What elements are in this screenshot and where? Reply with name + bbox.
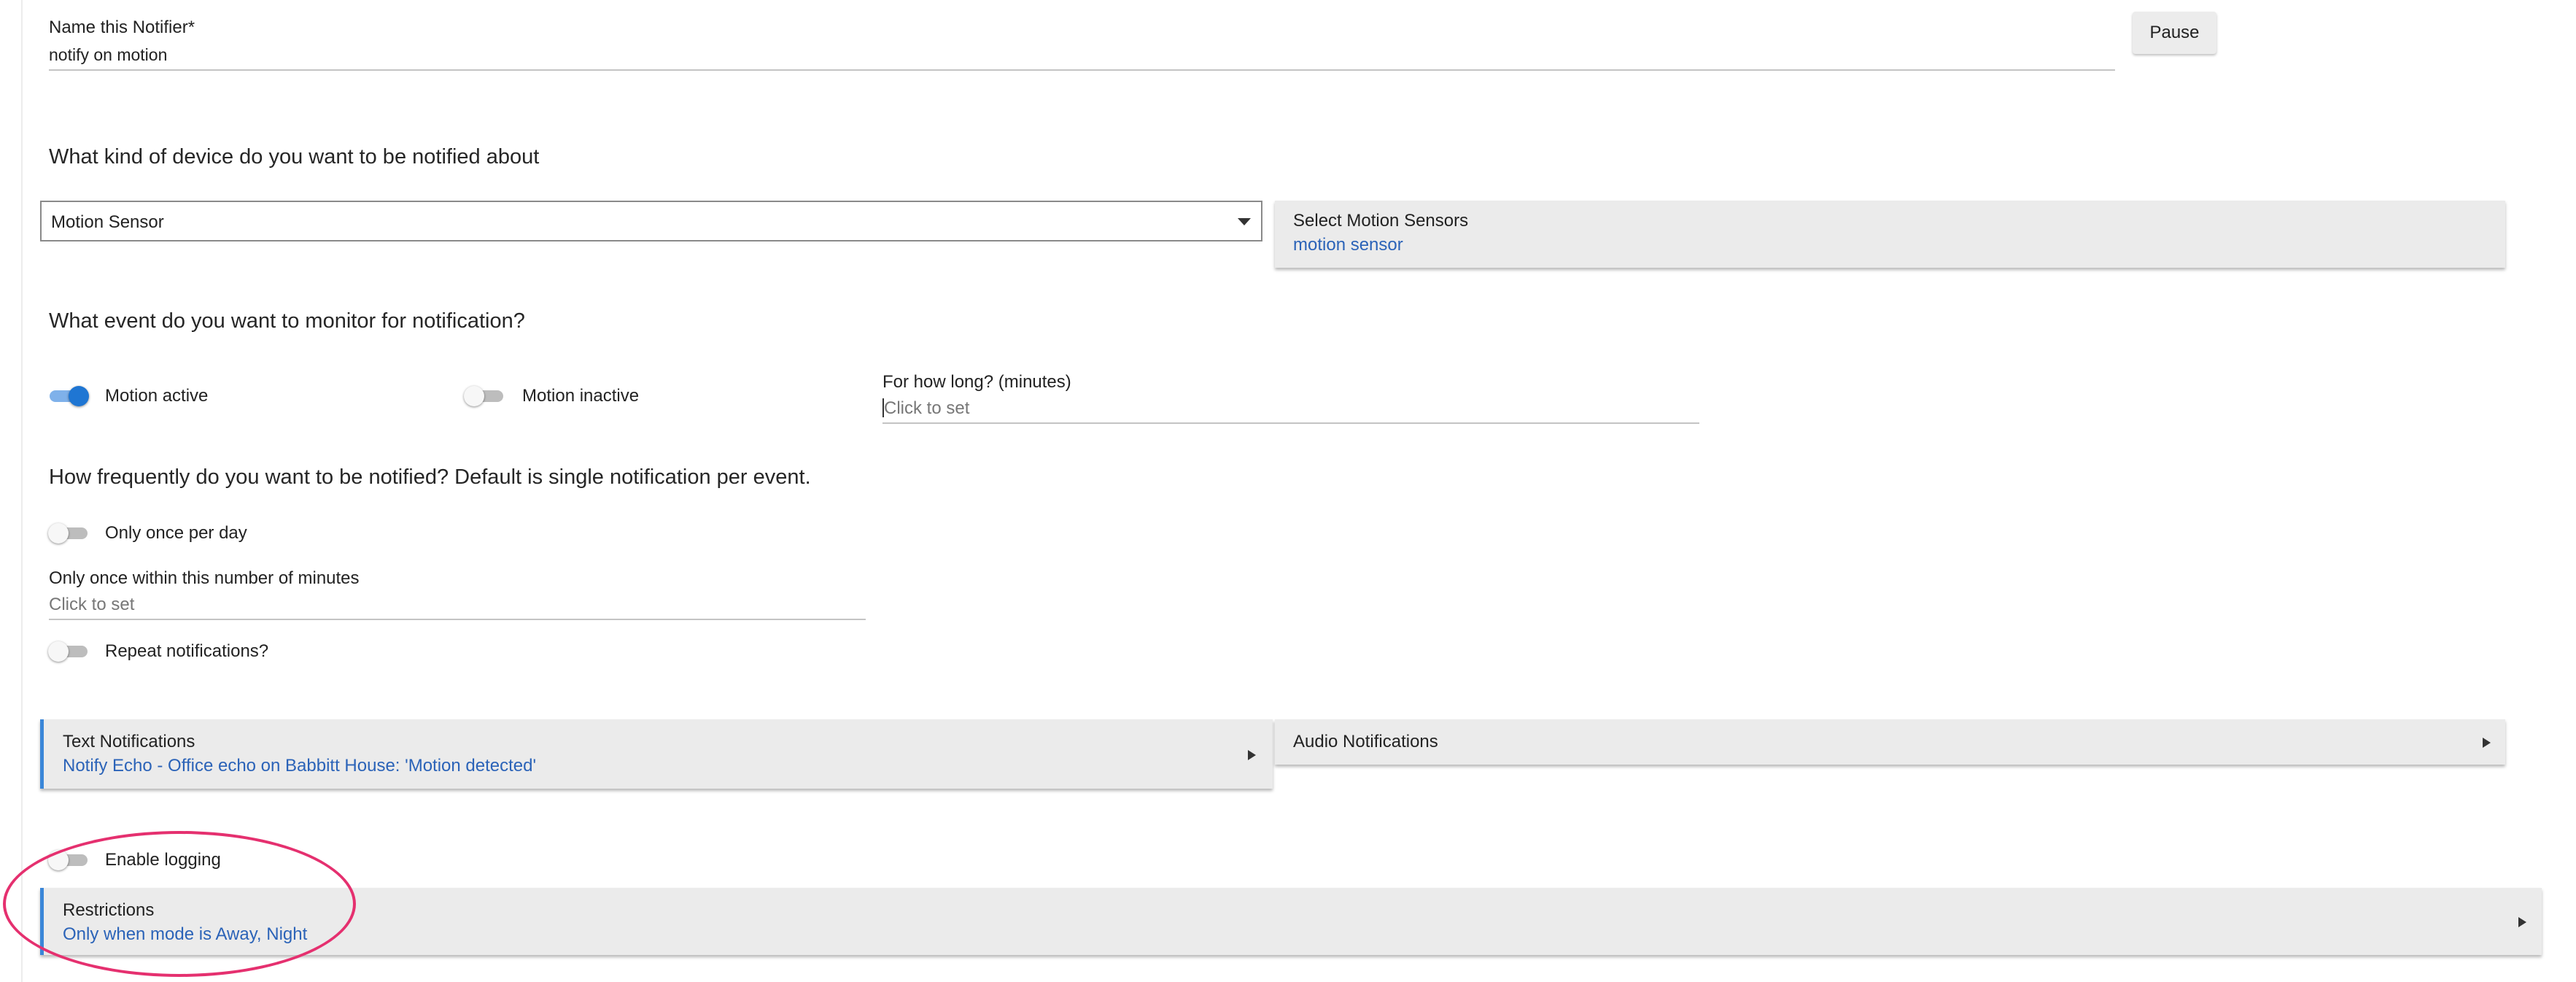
notifier-name-underline [49, 69, 2115, 71]
text-notifications-card[interactable]: Text Notifications Notify Echo - Office … [40, 719, 1273, 789]
once-per-day-toggle[interactable] [48, 522, 89, 544]
device-type-selected: Motion Sensor [51, 212, 164, 232]
device-type-select[interactable]: Motion Sensor [40, 201, 1262, 241]
device-question: What kind of device do you want to be no… [49, 145, 540, 169]
motion-active-label: Motion active [105, 386, 209, 406]
frequency-question: How frequently do you want to be notifie… [49, 465, 811, 489]
expand-arrow-icon [2518, 917, 2526, 927]
expand-arrow-icon [1248, 750, 1256, 760]
text-notifications-value: Notify Echo - Office echo on Babbitt Hou… [63, 756, 537, 776]
expand-arrow-icon [2483, 738, 2491, 748]
pause-button[interactable]: Pause [2133, 12, 2216, 54]
select-sensors-value: motion sensor [1293, 235, 1403, 255]
accent-bar [40, 719, 44, 789]
audio-notifications-title: Audio Notifications [1293, 732, 1438, 751]
once-within-input[interactable]: Click to set [49, 595, 134, 615]
notifier-name-label: Name this Notifier* [49, 18, 195, 37]
duration-label: For how long? (minutes) [882, 372, 1071, 392]
once-per-day-label: Only once per day [105, 523, 247, 543]
select-sensors-title: Select Motion Sensors [1293, 211, 1469, 231]
duration-input[interactable]: Click to set [884, 398, 969, 419]
event-question: What event do you want to monitor for no… [49, 309, 525, 333]
audio-notifications-card[interactable]: Audio Notifications [1275, 719, 2505, 765]
chevron-down-icon [1238, 218, 1251, 225]
duration-underline [882, 422, 1699, 424]
once-within-underline [49, 619, 866, 620]
motion-inactive-label: Motion inactive [522, 386, 640, 406]
repeat-toggle[interactable] [48, 640, 89, 662]
motion-inactive-toggle[interactable] [464, 384, 505, 406]
highlight-annotation [3, 831, 356, 977]
once-within-label: Only once within this number of minutes [49, 568, 360, 588]
select-motion-sensors-card[interactable]: Select Motion Sensors motion sensor [1275, 201, 2505, 268]
notifier-name-input[interactable]: notify on motion [49, 45, 167, 65]
motion-active-toggle[interactable] [48, 384, 89, 406]
page-left-border [21, 0, 23, 982]
text-notifications-title: Text Notifications [63, 732, 195, 751]
restrictions-card[interactable]: Restrictions Only when mode is Away, Nig… [40, 888, 2542, 955]
repeat-label: Repeat notifications? [105, 641, 269, 661]
